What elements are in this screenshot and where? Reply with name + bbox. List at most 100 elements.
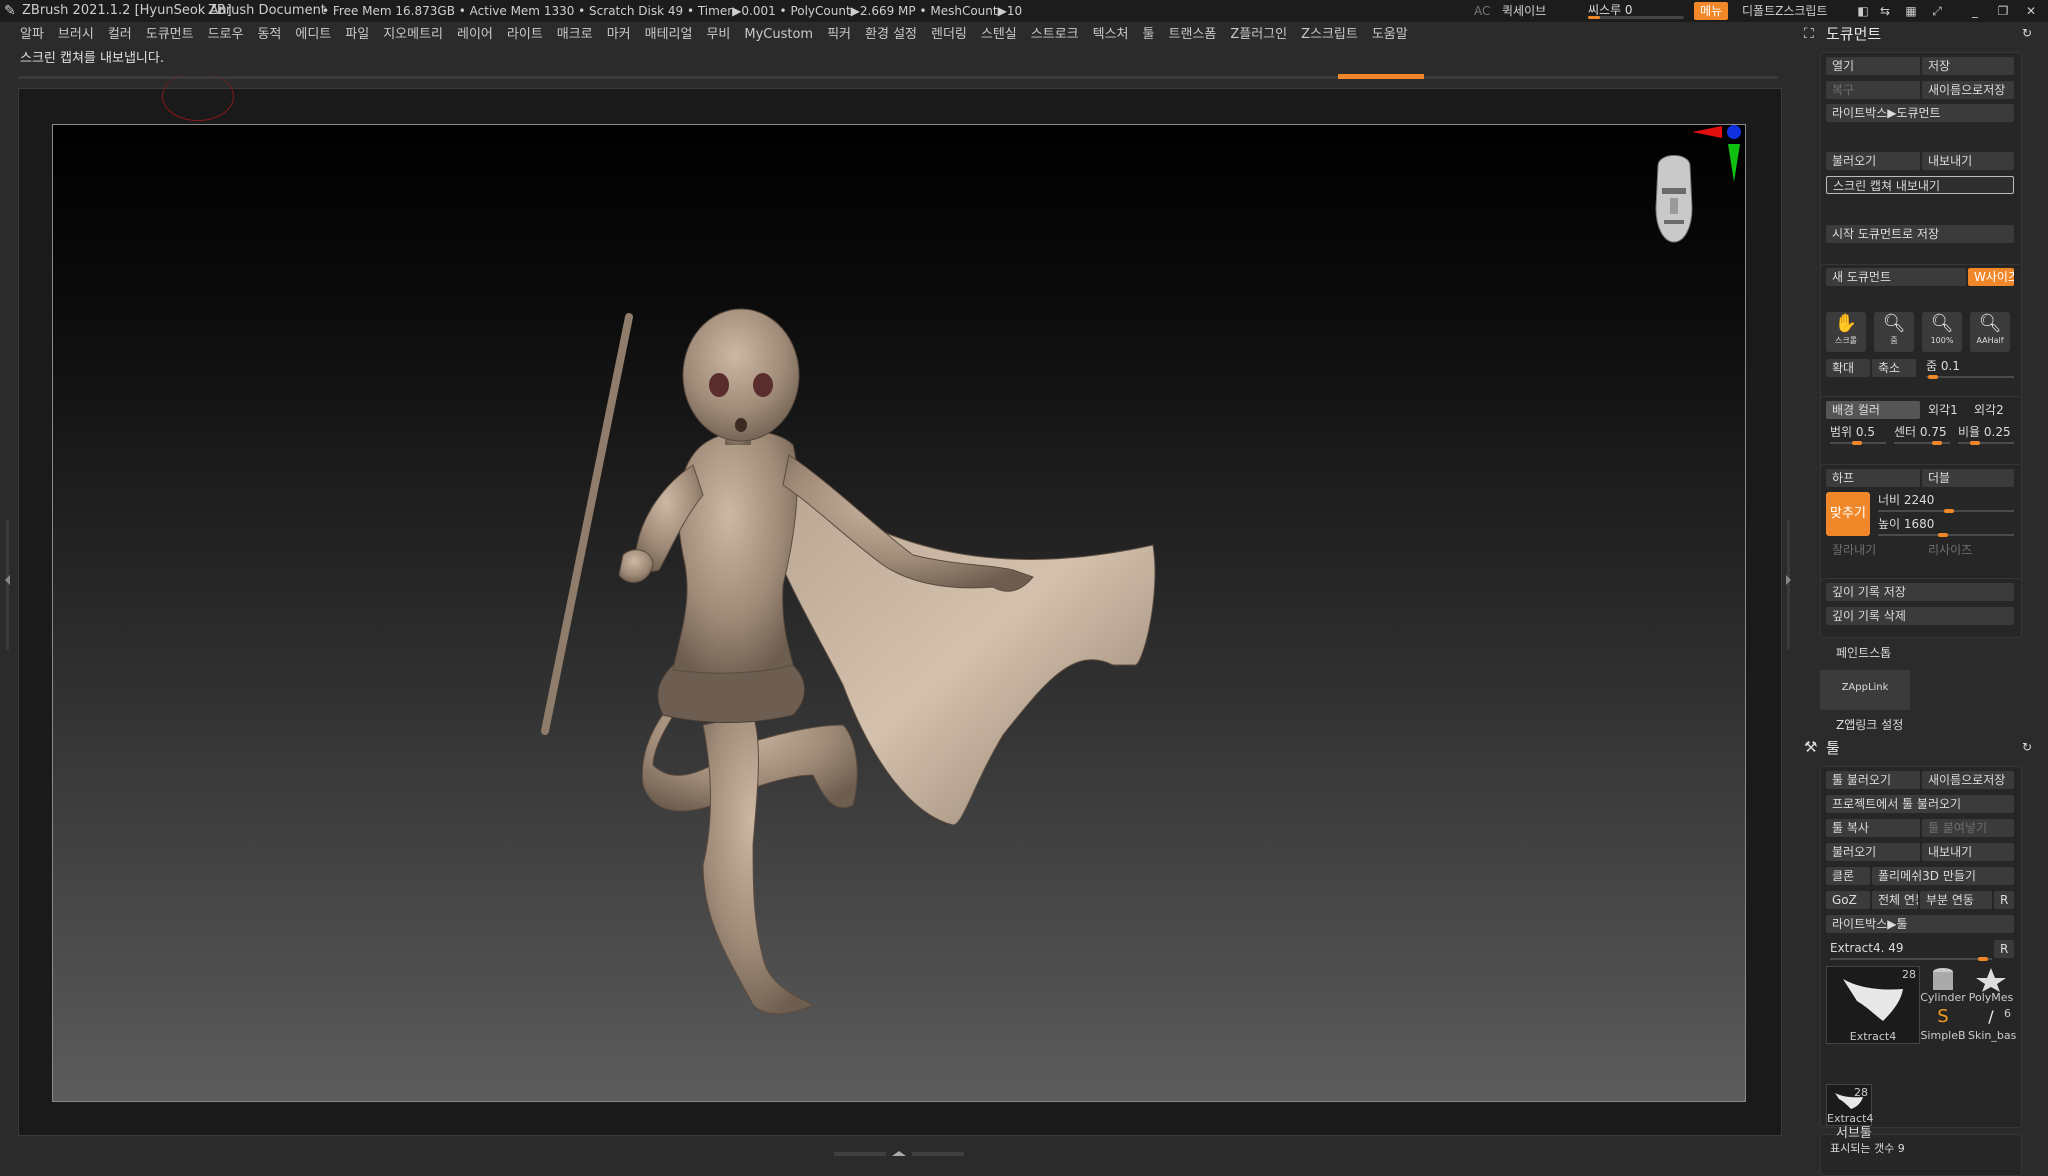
zoom-slider[interactable]: 줌 0.1 <box>1926 358 2014 379</box>
reset-tool-palette-icon[interactable]: ↻ <box>2022 740 2032 754</box>
clone-button[interactable]: 클론 <box>1826 867 1870 885</box>
center-slider[interactable]: 센터 0.75 <box>1894 424 1950 445</box>
navigation-head-icon[interactable] <box>1648 148 1700 246</box>
tool-import-button[interactable]: 불러오기 <box>1826 843 1920 861</box>
rate-slider[interactable]: 비율 0.25 <box>1958 424 2014 445</box>
polymesh-thumb[interactable]: PolyMes <box>1968 966 2014 1004</box>
document-canvas[interactable] <box>52 124 1746 1102</box>
make-polymesh-button[interactable]: 폴리메쉬3D 만들기 <box>1872 867 2014 885</box>
paint-stop-label[interactable]: 페인트스톱 <box>1836 644 1891 661</box>
load-from-project-button[interactable]: 프로젝트에서 툴 불러오기 <box>1826 795 2014 813</box>
border1-button[interactable]: 외각1 <box>1922 401 1966 419</box>
crop-button[interactable]: 맞추기 <box>1826 492 1870 536</box>
goz-button[interactable]: GoZ <box>1826 891 1870 909</box>
menu-item[interactable]: 레이어 <box>450 22 500 48</box>
tool-r-button[interactable]: R <box>1994 940 2014 958</box>
save-startup-doc-button[interactable]: 시작 도큐먼트로 저장 <box>1826 225 2014 243</box>
seethrough-slider[interactable]: 씨스루 0 <box>1588 2 1684 20</box>
menu-item[interactable]: 알파 <box>0 22 51 48</box>
menu-item[interactable]: 매테리얼 <box>638 22 700 48</box>
tool-export-button[interactable]: 내보내기 <box>1922 843 2014 861</box>
palette-icon[interactable]: ▦ <box>1900 0 1922 22</box>
goz-all-button[interactable]: 전체 연동 <box>1872 891 1918 909</box>
cut-button[interactable]: 잘라내기 <box>1826 541 1920 559</box>
menu-item[interactable]: 트랜스폼 <box>1161 22 1223 48</box>
menu-item[interactable]: Z스크립트 <box>1294 22 1365 48</box>
current-tool-thumbnail[interactable]: 28 Extract4 <box>1826 966 1920 1044</box>
menu-item[interactable]: 툴 <box>1136 22 1162 48</box>
lightbox-document-button[interactable]: 라이트박스▶도큐먼트 <box>1826 104 2014 122</box>
menu-item[interactable]: 스트로크 <box>1024 22 1086 48</box>
lightbox-tool-button[interactable]: 라이트박스▶툴 <box>1826 915 2014 933</box>
menu-item[interactable]: 매크로 <box>550 22 600 48</box>
subtool-thumbnail[interactable]: 28 Extract4 <box>1826 1084 1873 1126</box>
menu-item[interactable]: 컬러 <box>101 22 139 48</box>
menu-button[interactable]: 메뉴 <box>1694 2 1729 20</box>
store-depth-button[interactable]: 깊이 기록 저장 <box>1826 583 2014 601</box>
menu-item[interactable]: 라이트 <box>500 22 550 48</box>
menu-item[interactable]: 동적 <box>250 22 288 48</box>
menu-item[interactable]: 렌더링 <box>924 22 974 48</box>
menu-item[interactable]: 마커 <box>600 22 638 48</box>
right-tray-handle[interactable] <box>1784 520 1792 650</box>
export-screen-button[interactable]: 스크린 캡쳐 내보내기 <box>1826 176 2014 194</box>
cylinder-thumb[interactable]: Cylinder <box>1920 966 1966 1004</box>
goz-visible-button[interactable]: 부분 연동 <box>1920 891 1992 909</box>
height-slider[interactable]: 높이 1680 <box>1878 516 2014 537</box>
save-button[interactable]: 저장 <box>1922 57 2014 75</box>
layout-icon[interactable]: ◧ <box>1852 0 1874 22</box>
revert-button[interactable]: 복구 <box>1826 81 1920 99</box>
left-tray-handle[interactable] <box>4 520 12 650</box>
document-palette-title[interactable]: 도큐먼트 <box>1826 24 1881 44</box>
quicksave-button[interactable]: 퀵세이브 <box>1502 0 1546 22</box>
menu-item[interactable]: Z플러그인 <box>1223 22 1294 48</box>
double-button[interactable]: 더블 <box>1922 469 2014 487</box>
back-color-button[interactable]: 배경 컬러 <box>1826 401 1920 419</box>
close-icon[interactable]: ✕ <box>2020 0 2042 22</box>
menu-item[interactable]: 환경 설정 <box>858 22 924 48</box>
paste-tool-button[interactable]: 툴 붙여넣기 <box>1922 819 2014 837</box>
open-button[interactable]: 열기 <box>1826 57 1920 75</box>
wsize-button[interactable]: W사이즈 <box>1968 268 2014 286</box>
copy-tool-button[interactable]: 툴 복사 <box>1826 819 1920 837</box>
menu-item[interactable]: 드로우 <box>201 22 251 48</box>
load-tool-button[interactable]: 툴 불러오기 <box>1826 771 1920 789</box>
export-button[interactable]: 내보내기 <box>1922 152 2014 170</box>
menu-item[interactable]: 픽커 <box>820 22 858 48</box>
import-button[interactable]: 불러오기 <box>1826 152 1920 170</box>
delete-depth-button[interactable]: 깊이 기록 삭제 <box>1826 607 2014 625</box>
aahalf-button[interactable]: 🔍︎ AAHalf <box>1970 312 2010 352</box>
restore-icon[interactable]: ❐ <box>1992 0 2014 22</box>
menu-item[interactable]: 도움말 <box>1365 22 1415 48</box>
menu-item[interactable]: MyCustom <box>737 22 820 48</box>
zoom-in-button[interactable]: 확대 <box>1826 359 1870 377</box>
border2-button[interactable]: 외각2 <box>1968 401 2014 419</box>
menu-item[interactable]: 도큐먼트 <box>139 22 201 48</box>
width-slider[interactable]: 너비 2240 <box>1878 492 2014 513</box>
zoom-button[interactable]: 🔍︎ 줌 <box>1874 312 1914 352</box>
menu-item[interactable]: 텍스처 <box>1086 22 1136 48</box>
default-zscript-button[interactable]: 디폴트Z스크립트 <box>1742 0 1828 22</box>
menu-item[interactable]: 스텐실 <box>974 22 1024 48</box>
skin-thumb[interactable]: 6 / Skin_bas <box>1968 1006 2016 1042</box>
menu-item[interactable]: 지오메트리 <box>376 22 450 48</box>
simplebrush-thumb[interactable]: S SimpleB <box>1920 1006 1966 1042</box>
bottom-tray-handle[interactable] <box>834 1142 964 1156</box>
scroll-button[interactable]: ✋ 스크롤 <box>1826 312 1866 352</box>
menu-item[interactable]: 무비 <box>699 22 737 48</box>
goz-r-button[interactable]: R <box>1994 891 2014 909</box>
subtool-title[interactable]: 서브툴 <box>1836 1122 1872 1141</box>
half-button[interactable]: 하프 <box>1826 469 1920 487</box>
actual-size-button[interactable]: 🔍︎ 100% <box>1922 312 1962 352</box>
tool-save-as-button[interactable]: 새이름으로저장 <box>1922 771 2014 789</box>
active-shelf-tab[interactable] <box>1338 74 1424 79</box>
swap-icon[interactable]: ⇆ <box>1874 0 1896 22</box>
zapplink-settings-label[interactable]: Z앱링크 설정 <box>1836 716 1903 733</box>
menu-item[interactable]: 파일 <box>338 22 376 48</box>
new-document-button[interactable]: 새 도큐먼트 <box>1826 268 1966 286</box>
tool-palette-title[interactable]: 툴 <box>1826 738 1840 758</box>
save-as-button[interactable]: 새이름으로저장 <box>1922 81 2014 99</box>
zapplink-button[interactable]: ZAppLink <box>1820 670 1910 710</box>
range-slider[interactable]: 범위 0.5 <box>1830 424 1886 445</box>
reset-palette-icon[interactable]: ↻ <box>2022 26 2032 40</box>
